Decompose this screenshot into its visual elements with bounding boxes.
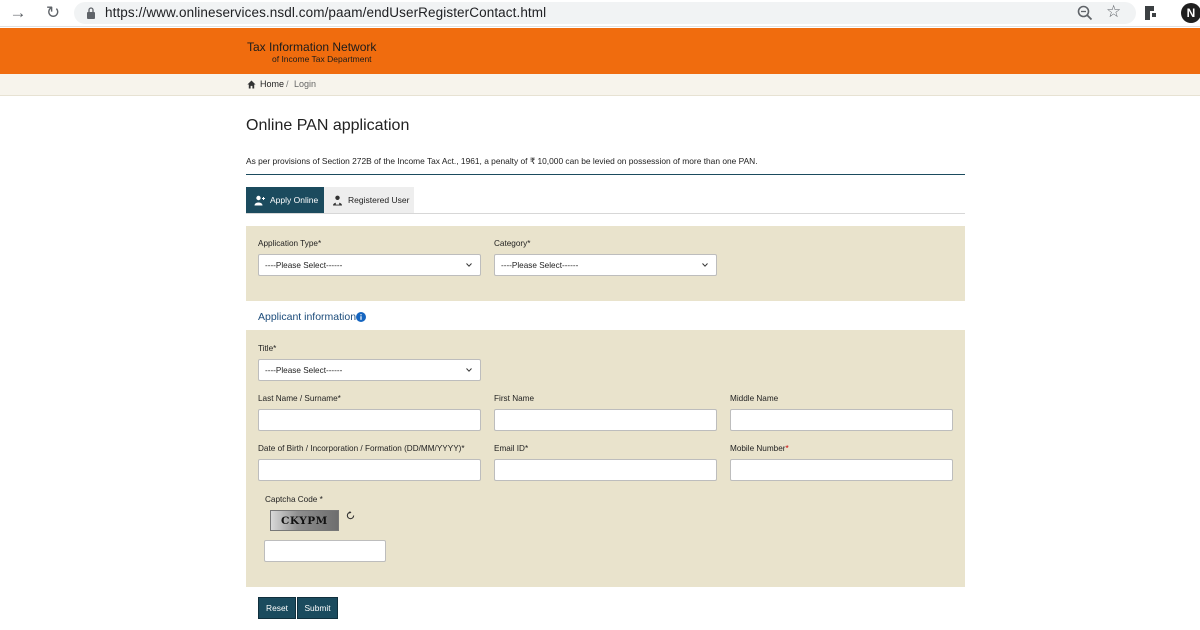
middle-name-label: Middle Name — [730, 394, 779, 403]
user-add-icon — [254, 195, 265, 205]
reload-icon[interactable]: ↻ — [43, 3, 63, 23]
applicant-info-heading: Applicant information — [258, 311, 357, 323]
breadcrumb-home-link[interactable]: Home — [260, 79, 284, 89]
captcha-input[interactable] — [264, 540, 386, 562]
site-header: Tax Information Network of Income Tax De… — [0, 28, 1200, 74]
captcha-label: Captcha Code * — [265, 495, 323, 504]
tab-apply-online[interactable]: Apply Online — [246, 187, 324, 213]
application-type-select[interactable]: ----Please Select------ — [258, 254, 481, 276]
category-select[interactable]: ----Please Select------ — [494, 254, 717, 276]
bookmark-star-icon[interactable]: ☆ — [1106, 2, 1121, 22]
title-value: ----Please Select------ — [265, 365, 343, 375]
application-type-value: ----Please Select------ — [265, 260, 343, 270]
middle-name-field[interactable] — [730, 409, 953, 431]
reset-button[interactable]: Reset — [258, 597, 296, 619]
title-label: Title* — [258, 344, 277, 353]
category-label: Category* — [494, 239, 531, 248]
logo-subtitle: of Income Tax Department — [272, 54, 372, 64]
captcha-image: CKYPM — [270, 510, 339, 531]
forward-arrow-icon[interactable]: → — [8, 3, 28, 23]
last-name-label: Last Name / Surname* — [258, 394, 341, 403]
chevron-down-icon — [702, 263, 708, 267]
user-lock-icon — [333, 195, 342, 205]
dob-field[interactable] — [258, 459, 481, 481]
tab-underline — [246, 213, 965, 214]
zoom-icon[interactable] — [1076, 4, 1094, 22]
email-label: Email ID* — [494, 444, 529, 453]
profile-avatar[interactable]: N — [1181, 3, 1200, 23]
tab-registered-user[interactable]: Registered User — [324, 187, 414, 213]
dob-label: Date of Birth / Incorporation / Formatio… — [258, 444, 465, 453]
extension-icon[interactable] — [1142, 4, 1158, 22]
first-name-label: First Name — [494, 394, 535, 403]
tab-apply-online-label: Apply Online — [270, 195, 319, 205]
email-field[interactable] — [494, 459, 717, 481]
refresh-captcha-icon[interactable] — [346, 511, 355, 520]
breadcrumb: Home / Login — [0, 74, 1200, 96]
browser-toolbar: → ↻ https://www.onlineservices.nsdl.com/… — [0, 0, 1200, 27]
chevron-down-icon — [466, 368, 472, 372]
url-text: https://www.onlineservices.nsdl.com/paam… — [105, 5, 547, 20]
last-name-field[interactable] — [258, 409, 481, 431]
category-value: ----Please Select------ — [501, 260, 579, 270]
logo-title[interactable]: Tax Information Network — [247, 40, 376, 54]
submit-button[interactable]: Submit — [297, 597, 338, 619]
title-divider — [246, 174, 965, 175]
address-bar[interactable]: https://www.onlineservices.nsdl.com/paam… — [74, 2, 1136, 24]
application-type-label: Application Type* — [258, 239, 322, 248]
title-select[interactable]: ----Please Select------ — [258, 359, 481, 381]
first-name-field[interactable] — [494, 409, 717, 431]
lock-icon — [87, 7, 95, 19]
breadcrumb-current: Login — [294, 79, 317, 89]
home-icon — [247, 80, 256, 89]
penalty-note: As per provisions of Section 272B of the… — [246, 156, 758, 166]
mobile-label: Mobile Number* — [730, 444, 789, 453]
breadcrumb-separator: / — [286, 79, 289, 89]
info-icon[interactable] — [356, 312, 366, 322]
tab-registered-user-label: Registered User — [348, 195, 410, 205]
page-title: Online PAN application — [246, 117, 410, 134]
chevron-down-icon — [466, 263, 472, 267]
mobile-field[interactable] — [730, 459, 953, 481]
